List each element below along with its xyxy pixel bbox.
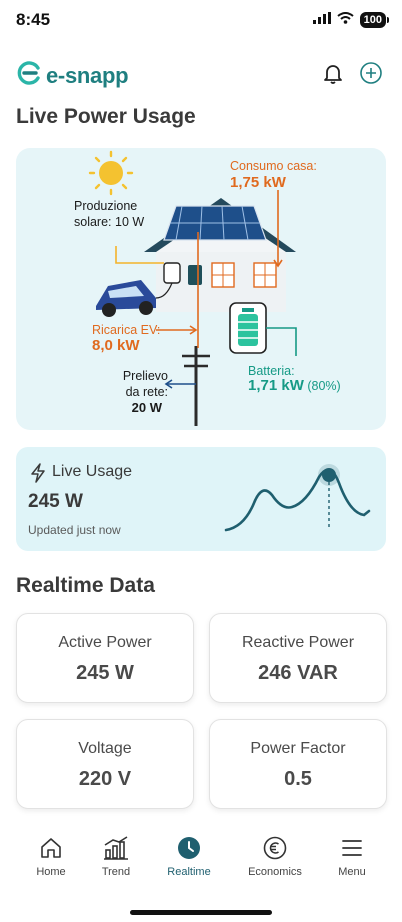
euro-icon	[240, 834, 310, 862]
metric-card-active-power: Active Power 245 W	[16, 613, 194, 703]
app-header: e-snapp	[16, 58, 386, 90]
battery-percent: (80%)	[307, 379, 341, 393]
tab-label: Menu	[338, 866, 366, 878]
bottom-tab-bar: Home Trend Realtime Economics Menu	[0, 834, 402, 894]
header-actions	[320, 60, 384, 86]
battery-indicator: 100	[359, 12, 390, 28]
grid-withdrawal-value: 20 W	[131, 400, 162, 415]
live-usage-card[interactable]: Live Usage 245 W Updated just now	[16, 447, 386, 551]
realtime-data-title: Realtime Data	[16, 574, 155, 597]
signal-icon	[312, 11, 331, 29]
house-consumption-value: 1,75 kW	[230, 174, 286, 191]
ev-charging-value: 8,0 kW	[92, 337, 140, 354]
metric-value: 220 V	[78, 768, 132, 790]
live-power-title: Live Power Usage	[16, 105, 196, 128]
metric-label: Reactive Power	[241, 634, 355, 651]
tab-economics[interactable]: Economics	[240, 834, 310, 878]
ev-charging-label: Ricarica EV:	[92, 323, 161, 337]
tab-label: Economics	[248, 866, 302, 878]
status-time: 8:45	[16, 10, 51, 29]
tab-trend[interactable]: Trend	[81, 834, 151, 878]
live-usage-updated: Updated just now	[28, 523, 121, 537]
metric-value: 0.5	[284, 768, 312, 790]
logo-icon	[16, 60, 42, 91]
metric-card-voltage: Voltage 220 V	[16, 719, 194, 809]
tab-realtime[interactable]: Realtime	[154, 834, 224, 878]
tab-label: Home	[36, 866, 66, 878]
grid-withdrawal-label: Prelievo da rete:	[122, 369, 168, 399]
utility-pole-icon	[182, 346, 210, 426]
tab-label: Trend	[101, 866, 131, 878]
live-usage-value: 245 W	[28, 491, 83, 512]
lightning-icon	[30, 463, 46, 488]
live-usage-sparkline	[224, 464, 371, 532]
clock-icon	[154, 834, 224, 862]
metric-card-reactive-power: Reactive Power 246 VAR	[209, 613, 387, 703]
tab-home[interactable]: Home	[16, 834, 86, 878]
solar-production-label: Produzione solare: 10 W	[74, 199, 145, 229]
wifi-icon	[337, 11, 354, 29]
energy-flow-illustration: Produzione solare: 10 W Consumo casa: 1,…	[16, 148, 386, 430]
metric-label: Active Power	[58, 634, 152, 651]
metric-card-power-factor: Power Factor 0.5	[209, 719, 387, 809]
live-usage-title: Live Usage	[52, 463, 133, 480]
status-bar: 8:45 100	[0, 0, 402, 44]
status-icons: 100	[312, 11, 390, 29]
tab-label: Realtime	[167, 866, 211, 878]
bar-chart-icon	[81, 834, 151, 862]
metric-value: 245 W	[76, 662, 134, 684]
house-consumption-label: Consumo casa:	[230, 159, 317, 173]
bell-icon[interactable]	[320, 60, 346, 86]
battery-icon	[229, 302, 267, 354]
metric-value: 246 VAR	[258, 662, 338, 684]
tab-menu[interactable]: Menu	[317, 834, 387, 878]
sun-icon	[88, 150, 134, 196]
metric-label: Power Factor	[250, 740, 346, 757]
home-icon	[16, 834, 86, 862]
menu-icon	[317, 834, 387, 862]
logo: e-snapp	[16, 60, 129, 91]
house-icon	[144, 198, 296, 312]
add-circle-icon[interactable]	[358, 60, 384, 86]
logo-text: e-snapp	[46, 62, 129, 88]
battery-value: 1,71 kW (80%)	[248, 377, 341, 394]
home-indicator	[130, 910, 272, 915]
metric-label: Voltage	[78, 740, 132, 757]
